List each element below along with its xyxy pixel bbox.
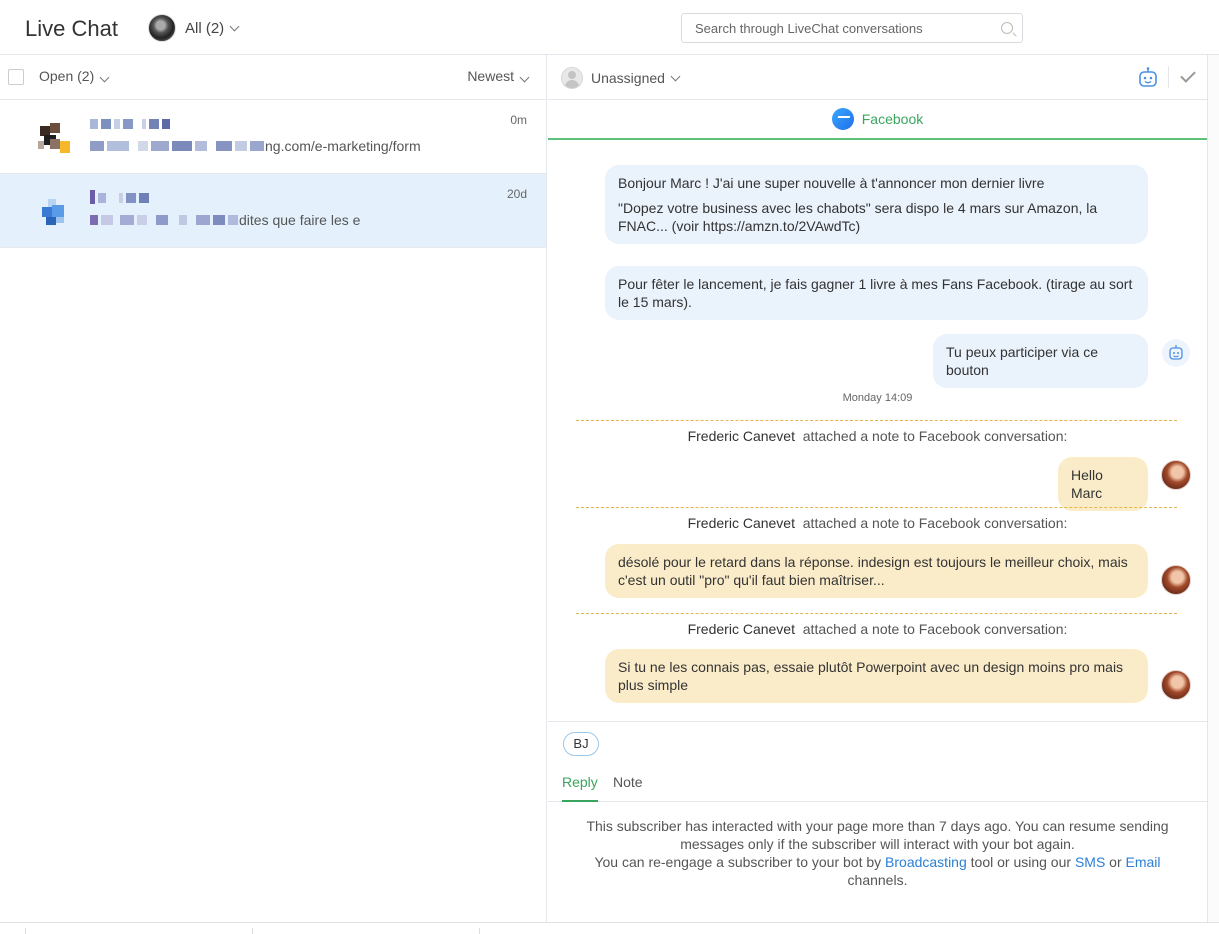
preview-text: dites que faire les e — [239, 212, 361, 228]
status-filter-label: Open (2) — [39, 68, 95, 84]
contact-avatar — [38, 123, 70, 155]
chat-header: Unassigned — [548, 55, 1207, 100]
conversation-preview: dites que faire les e — [90, 212, 360, 228]
tab-note[interactable]: Note — [613, 774, 643, 802]
agent-avatar — [1161, 460, 1191, 490]
conversation-item[interactable]: ng.com/e-marketing/form 0m — [0, 100, 546, 174]
chevron-down-icon — [519, 72, 530, 83]
info-suffix: channels. — [847, 872, 908, 888]
note-action: attached a note to Facebook conversation… — [802, 515, 1068, 531]
bot-message: Tu peux participer via ce bouton — [933, 334, 1148, 388]
conversation-time: 0m — [510, 113, 527, 127]
list-header: Open (2) Newest — [0, 55, 546, 100]
bot-icon — [1169, 345, 1183, 360]
message-text: Pour fêter le lancement, je fais gagner … — [618, 276, 1133, 310]
assignee-label: Unassigned — [591, 70, 665, 86]
email-link[interactable]: Email — [1126, 854, 1161, 870]
status-filter-dropdown[interactable]: Open (2) — [39, 68, 110, 84]
conversation-item-selected[interactable]: dites que faire les e 20d — [0, 174, 546, 248]
subscriber-initials-badge[interactable]: BJ — [563, 732, 599, 756]
agent-avatar — [148, 14, 176, 42]
select-all-checkbox[interactable] — [8, 69, 24, 85]
bot-toggle-button[interactable] — [1137, 66, 1159, 88]
channel-bar: Facebook — [548, 100, 1207, 140]
contact-avatar — [38, 197, 70, 229]
message-text: désolé pour le retard dans la réponse. i… — [618, 554, 1128, 588]
header-divider — [1168, 66, 1169, 88]
note-action: attached a note to Facebook conversation… — [802, 621, 1068, 637]
composer: BJ Reply Note This subscriber has intera… — [548, 721, 1207, 922]
search-box — [681, 13, 1023, 43]
note-author: Frederic Canevet — [687, 428, 795, 444]
chat-panel: Unassigned Facebook Bonjour Marc ! J'ai … — [548, 55, 1207, 922]
note-author: Frederic Canevet — [687, 515, 795, 531]
note-message: Si tu ne les connais pas, essaie plutôt … — [605, 649, 1148, 703]
search-input[interactable] — [695, 14, 995, 42]
sort-label: Newest — [467, 68, 514, 84]
info-text: This subscriber has interacted with your… — [586, 818, 1169, 852]
conversation-time: 20d — [506, 187, 527, 201]
preview-text: ng.com/e-marketing/form — [265, 138, 421, 154]
bottom-strip — [0, 922, 1219, 934]
note-action: attached a note to Facebook conversation… — [802, 428, 1068, 444]
composer-tabs: Reply Note — [548, 766, 1207, 802]
info-mid: tool or using our — [970, 854, 1072, 870]
contact-name-redacted — [90, 119, 170, 131]
day-separator: Monday 14:09 — [842, 392, 913, 404]
message-thread: Bonjour Marc ! J'ai une super nouvelle à… — [548, 142, 1207, 720]
search-icon[interactable] — [1001, 22, 1013, 34]
messenger-icon — [831, 108, 854, 130]
bot-icon — [1139, 67, 1157, 87]
sort-dropdown[interactable]: Newest — [467, 68, 530, 84]
message-text: Hello Marc — [1071, 467, 1103, 501]
side-rail — [1207, 55, 1219, 922]
info-or: or — [1109, 854, 1122, 870]
message-text: "Dopez votre business avec les chabots" … — [618, 200, 1098, 234]
note-author: Frederic Canevet — [687, 621, 795, 637]
contact-name-redacted — [90, 190, 149, 205]
note-label: Frederic Canevet attached a note to Face… — [548, 428, 1207, 444]
reengage-info: This subscriber has interacted with your… — [568, 817, 1187, 889]
info-prefix: You can re-engage a subscriber to your b… — [594, 854, 882, 870]
user-icon — [561, 67, 583, 89]
note-label: Frederic Canevet attached a note to Face… — [548, 515, 1207, 531]
sms-link[interactable]: SMS — [1075, 854, 1105, 870]
conversation-preview: ng.com/e-marketing/form — [90, 138, 421, 154]
redacted-text — [90, 215, 238, 225]
info-reengage-line: You can re-engage a subscriber to your b… — [568, 853, 1187, 889]
redacted-text — [90, 141, 264, 151]
all-conversations-filter[interactable]: All (2) — [148, 14, 240, 42]
note-divider — [576, 420, 1177, 421]
message-text: Si tu ne les connais pas, essaie plutôt … — [618, 659, 1124, 693]
note-message: désolé pour le retard dans la réponse. i… — [605, 544, 1148, 598]
broadcasting-link[interactable]: Broadcasting — [885, 854, 967, 870]
agent-avatar — [1161, 670, 1191, 700]
divider — [25, 928, 26, 934]
chevron-down-icon — [229, 21, 240, 31]
note-label: Frederic Canevet attached a note to Face… — [548, 621, 1207, 637]
conversation-list-panel: Open (2) Newest ng.com/e-marketing/form … — [0, 55, 547, 922]
bot-message: Pour fêter le lancement, je fais gagner … — [605, 266, 1148, 320]
bot-message: Bonjour Marc ! J'ai une super nouvelle à… — [605, 165, 1148, 244]
resolve-button[interactable] — [1180, 65, 1198, 87]
note-divider — [576, 613, 1177, 614]
message-text: Tu peux participer via ce bouton — [946, 344, 1098, 378]
app-title: Live Chat — [25, 16, 118, 41]
top-bar: Live Chat All (2) — [0, 0, 1219, 55]
divider — [479, 928, 480, 934]
note-message: Hello Marc — [1058, 457, 1148, 511]
chevron-down-icon — [99, 72, 110, 83]
message-text: Bonjour Marc ! J'ai une super nouvelle à… — [618, 175, 1045, 191]
chevron-down-icon — [670, 71, 681, 81]
bot-avatar — [1162, 339, 1190, 367]
channel-label: Facebook — [861, 111, 924, 127]
tab-reply[interactable]: Reply — [562, 774, 598, 802]
agent-avatar — [1161, 565, 1191, 595]
all-filter-label: All (2) — [185, 19, 225, 37]
divider — [252, 928, 253, 934]
note-divider — [576, 507, 1177, 508]
assignee-dropdown[interactable]: Unassigned — [561, 67, 681, 89]
